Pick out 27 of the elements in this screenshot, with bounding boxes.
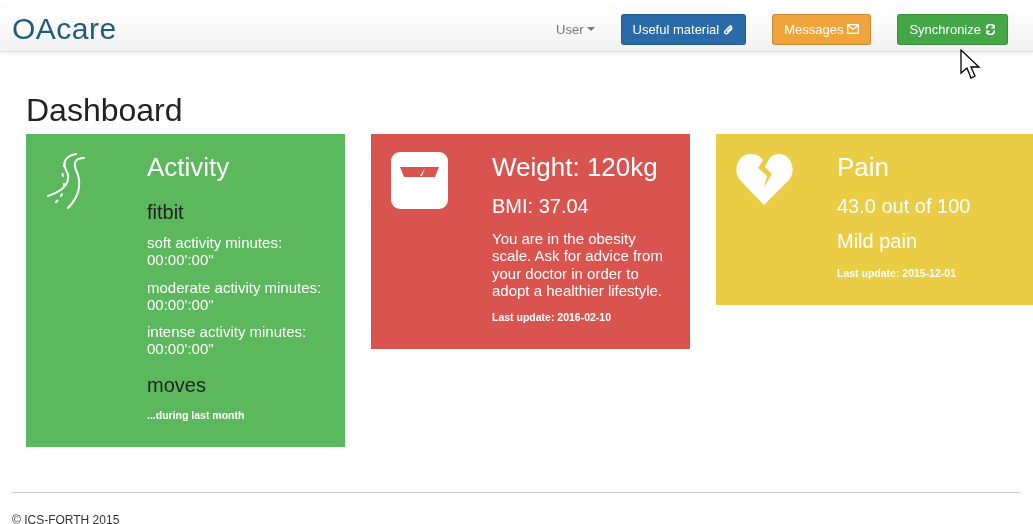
source-name: moves [147,373,207,397]
user-menu[interactable]: User [556,21,595,37]
copyright-text: © ICS-FORTH 2015 [12,512,121,524]
card-text: You are in the obesity scale. Ask for advice from your doctor in order to adopt a healthier lifestyle. [492,230,664,299]
nav-button[interactable]: Synchronize [897,13,1008,45]
card-title: Activity [147,152,231,183]
card-text: intense activity minutes: 00:00':00" [147,323,308,358]
metric-value: Mild pain [837,230,919,253]
card-note: Last update: 2015-12-01 [837,267,958,279]
card-text: soft activity minutes: 00:00':00" [147,234,284,269]
refresh-icon [985,23,996,35]
card-title: Weight: 120kg [492,152,659,183]
page-title: Dashboard [26,92,184,129]
nav-button[interactable]: Useful material [620,13,747,45]
metric-value: BMI: 37.04 [492,195,590,218]
broken-heart-icon [736,152,793,205]
source-name: fitbit [147,201,185,224]
caret-icon [586,27,595,31]
brand-logo[interactable]: OAcare [12,12,117,46]
card-note: ...during last month [147,408,246,421]
card-title: Pain [837,152,891,183]
metric-value: 43.0 out of 100 [837,195,972,218]
scale-icon [391,152,448,209]
card-note: Last update: 2016-02-10 [492,311,613,323]
envelope-icon [847,24,860,34]
card-text: moderate activity minutes: 00:00':00" [147,278,323,313]
paperclip-icon [723,23,735,35]
